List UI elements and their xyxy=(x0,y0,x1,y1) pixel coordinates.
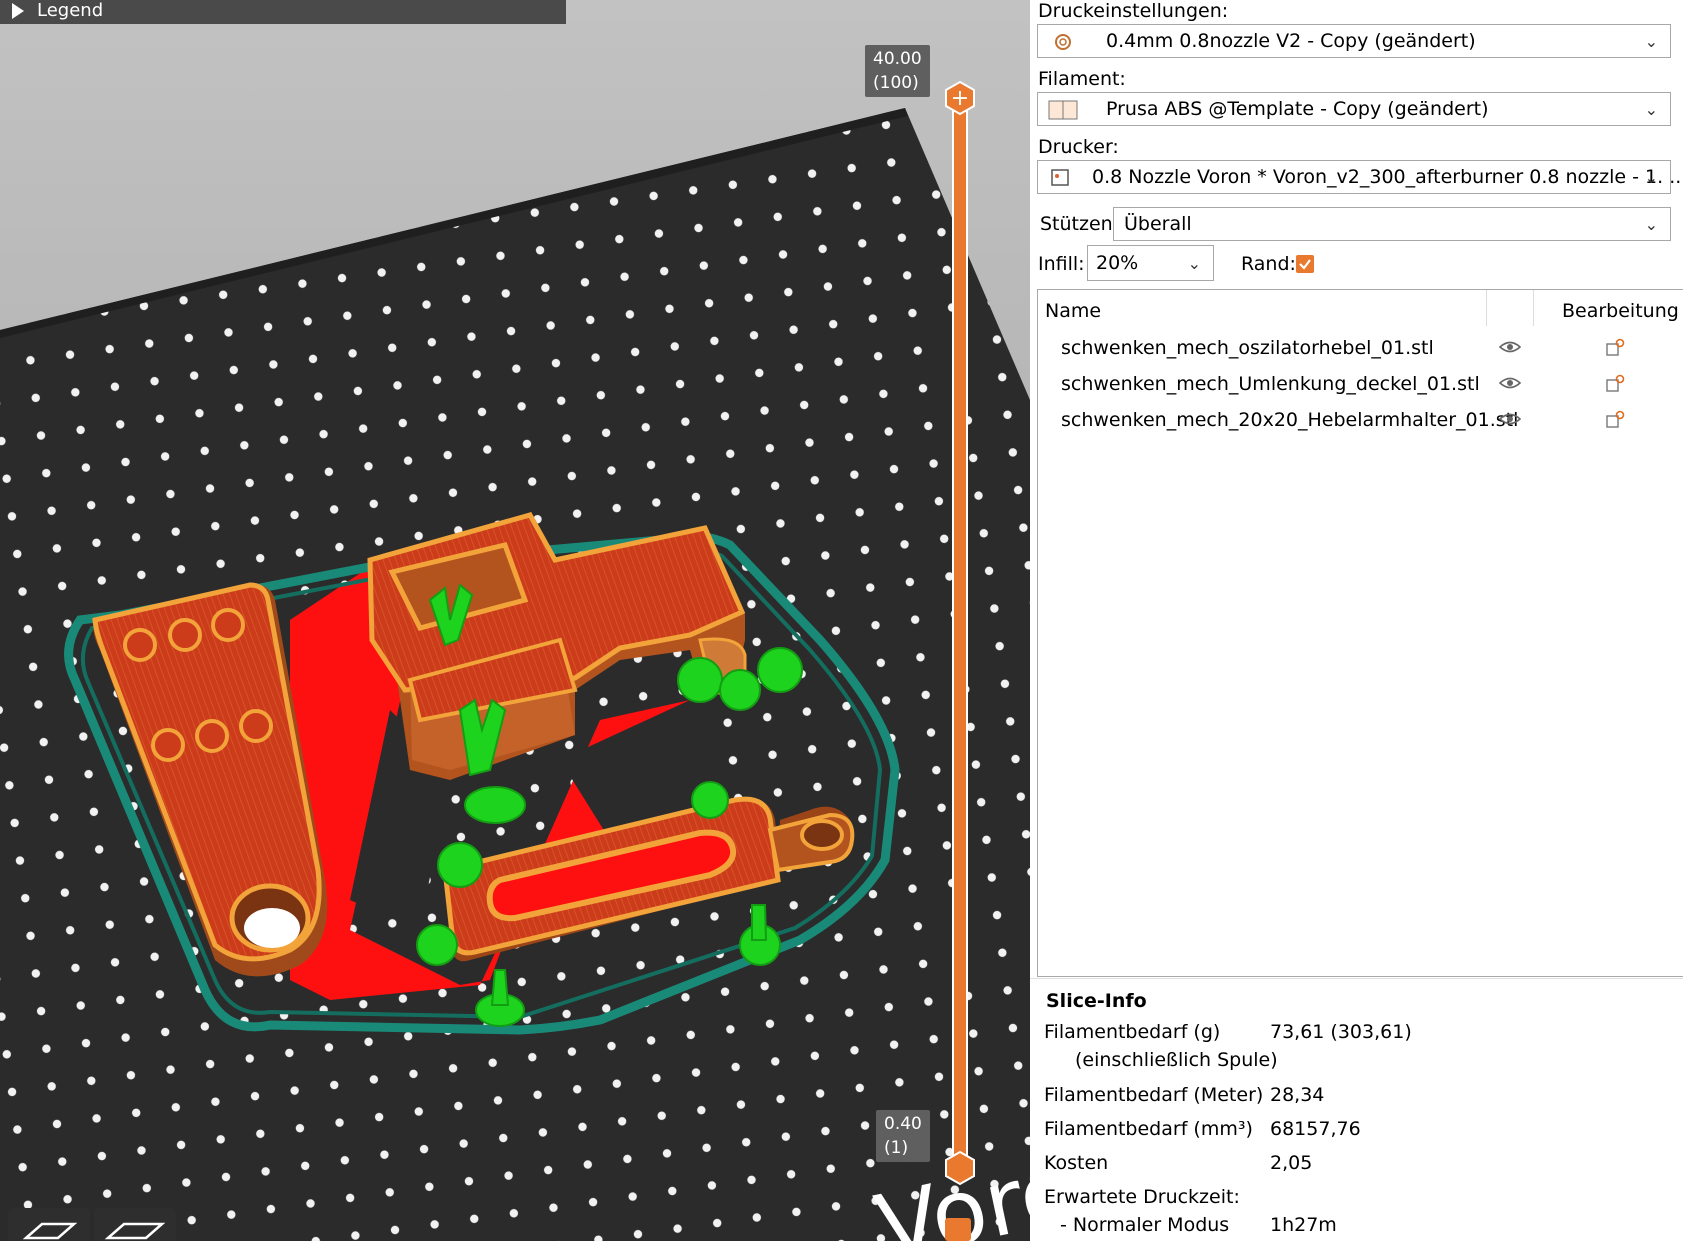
object-name: schwenken_mech_oszilatorhebel_01.stl xyxy=(1061,337,1434,359)
edit-settings-icon[interactable] xyxy=(1605,374,1625,394)
checkmark-icon xyxy=(1299,259,1311,270)
filament-label: Filament: xyxy=(1038,68,1126,90)
chevron-down-icon: ⌄ xyxy=(1644,168,1658,187)
edit-settings-icon[interactable] xyxy=(1605,410,1625,430)
object-name: schwenken_mech_20x20_Hebelarmhalter_01.s… xyxy=(1061,409,1519,431)
info-label-normal-mode: - Normaler Modus xyxy=(1060,1214,1230,1236)
info-label-filament-g: Filamentbedarf (g) xyxy=(1044,1021,1221,1043)
supports-label: Stützen: xyxy=(1040,213,1120,235)
list-item[interactable]: schwenken_mech_Umlenkung_deckel_01.stl xyxy=(1038,367,1683,401)
settings-panel: Druckeinstellungen: 0.4mm 0.8nozzle V2 -… xyxy=(1030,0,1683,1241)
list-item[interactable]: schwenken_mech_oszilatorhebel_01.stl xyxy=(1038,331,1683,365)
expand-triangle-icon xyxy=(12,3,24,19)
info-label-filament-m: Filamentbedarf (Meter) xyxy=(1044,1084,1264,1106)
print-settings-combo[interactable]: 0.4mm 0.8nozzle V2 - Copy (geändert) ⌄ xyxy=(1037,24,1671,58)
edit-settings-icon[interactable] xyxy=(1605,338,1625,358)
infill-value: 20% xyxy=(1096,252,1139,274)
3d-preview-viewport[interactable]: Voron + Legend 40.00 (100) 0.40 (1) xyxy=(0,0,1030,1241)
filament-color-icon xyxy=(1048,100,1078,120)
brim-checkbox[interactable] xyxy=(1296,255,1314,273)
svg-text:+: + xyxy=(951,86,969,111)
object-list[interactable]: Name Bearbeitung schwenken_mech_oszilato… xyxy=(1037,289,1683,977)
eye-icon[interactable] xyxy=(1499,412,1521,426)
supports-value: Überall xyxy=(1124,213,1192,235)
brim-label: Rand: xyxy=(1241,253,1296,275)
printer-value: 0.8 Nozzle Voron * Voron_v2_300_afterbur… xyxy=(1092,166,1683,188)
filament-combo[interactable]: Prusa ABS @Template - Copy (geändert) ⌄ xyxy=(1037,92,1671,126)
view-iso-button[interactable] xyxy=(8,1208,90,1241)
section-divider xyxy=(1030,978,1683,979)
print-bed-scene[interactable]: Voron + xyxy=(0,0,1030,1241)
eye-icon[interactable] xyxy=(1499,340,1521,354)
info-label-print-time: Erwartete Druckzeit: xyxy=(1044,1186,1240,1208)
info-value-filament-m: 28,34 xyxy=(1270,1084,1325,1106)
layer-view-icon xyxy=(104,1222,166,1240)
print-settings-value: 0.4mm 0.8nozzle V2 - Copy (geändert) xyxy=(1106,30,1476,52)
infill-label: Infill: xyxy=(1038,253,1085,275)
info-value-filament-mm3: 68157,76 xyxy=(1270,1118,1361,1140)
slider-bottom-layer: (1) xyxy=(884,1138,909,1158)
legend-label: Legend xyxy=(37,0,104,21)
cube-view-icon xyxy=(22,1222,78,1240)
slider-top-height: 40.00 xyxy=(873,49,922,69)
info-value-normal-mode: 1h27m xyxy=(1270,1214,1337,1236)
chevron-down-icon: ⌄ xyxy=(1644,215,1658,234)
list-item[interactable]: schwenken_mech_20x20_Hebelarmhalter_01.s… xyxy=(1038,403,1683,437)
supports-combo[interactable]: Überall ⌄ xyxy=(1113,207,1671,241)
gear-icon xyxy=(1055,34,1071,50)
chevron-down-icon: ⌄ xyxy=(1644,32,1658,51)
slider-bottom-label: 0.40 (1) xyxy=(876,1110,930,1162)
column-name-header[interactable]: Name xyxy=(1045,300,1101,322)
eye-icon[interactable] xyxy=(1499,376,1521,390)
print-settings-label: Druckeinstellungen: xyxy=(1038,0,1229,22)
view-legacy-button[interactable] xyxy=(94,1208,176,1241)
column-divider xyxy=(1486,290,1487,326)
chevron-down-icon: ⌄ xyxy=(1187,254,1201,273)
infill-combo[interactable]: 20% ⌄ xyxy=(1087,245,1214,281)
info-label-cost: Kosten xyxy=(1044,1152,1109,1174)
slice-info-title: Slice-Info xyxy=(1046,990,1147,1012)
printer-icon xyxy=(1051,169,1069,186)
slider-top-label: 40.00 (100) xyxy=(865,45,930,97)
info-value-cost: 2,05 xyxy=(1270,1152,1313,1174)
slider-bottom-height: 0.40 xyxy=(884,1114,922,1134)
chevron-down-icon: ⌄ xyxy=(1644,100,1658,119)
printer-label: Drucker: xyxy=(1038,136,1119,158)
column-divider xyxy=(1533,290,1534,326)
printer-combo[interactable]: 0.8 Nozzle Voron * Voron_v2_300_afterbur… xyxy=(1037,160,1683,194)
info-label-including-spool: (einschließlich Spule) xyxy=(1075,1049,1278,1071)
object-name: schwenken_mech_Umlenkung_deckel_01.stl xyxy=(1061,373,1480,395)
slider-bottom-handle[interactable] xyxy=(945,1150,975,1186)
info-label-filament-mm3: Filamentbedarf (mm³) xyxy=(1044,1118,1253,1140)
filament-value: Prusa ABS @Template - Copy (geändert) xyxy=(1106,98,1489,120)
legend-toggle[interactable]: Legend xyxy=(0,0,566,24)
info-value-filament-g: 73,61 (303,61) xyxy=(1270,1021,1412,1043)
slider-top-layer: (100) xyxy=(873,73,919,93)
column-edit-header[interactable]: Bearbeitung xyxy=(1562,300,1679,322)
